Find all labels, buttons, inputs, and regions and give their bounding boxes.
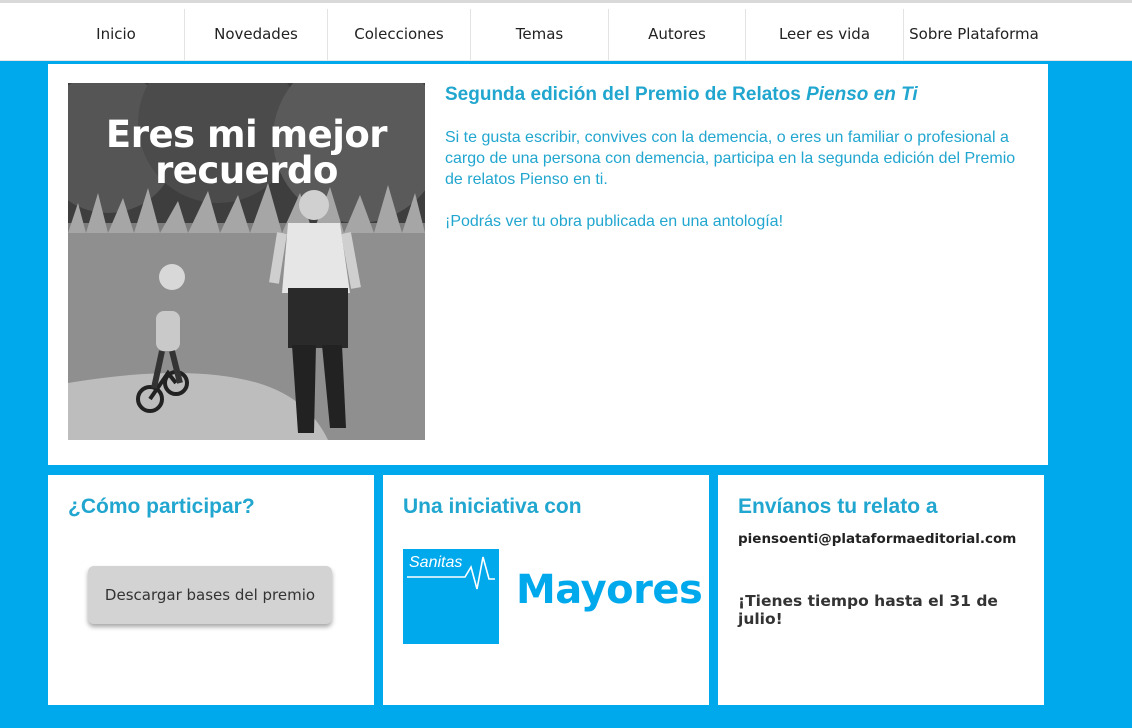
nav-item-autores[interactable]: Autores (609, 6, 745, 61)
hero-card: Eres mi mejor recuerdo Segunda edición d… (48, 64, 1048, 465)
initiative-card: Una iniciativa con Sanitas Mayores (383, 475, 709, 705)
top-navigation: Inicio Novedades Colecciones Temas Autor… (0, 0, 1132, 61)
mayores-logo-text: Mayores (516, 567, 703, 613)
hero-description: Si te gusta escribir, convives con la de… (445, 127, 1035, 232)
hero-title-emphasis: Pienso en Ti (806, 84, 918, 105)
hero-title: Segunda edición del Premio de Relatos Pi… (445, 84, 1035, 106)
deadline-text: ¡Tienes tiempo hasta el 31 de julio! (738, 592, 998, 628)
nav-item-temas[interactable]: Temas (471, 6, 608, 61)
hero-image[interactable]: Eres mi mejor recuerdo (68, 83, 425, 440)
nav-item-sobre-plataforma[interactable]: Sobre Plataforma (904, 6, 1044, 61)
nav-item-leer-es-vida[interactable]: Leer es vida (746, 6, 903, 61)
download-rules-button[interactable]: Descargar bases del premio (88, 566, 332, 624)
nav-item-novedades[interactable]: Novedades (185, 6, 327, 61)
hero-paragraph-1: Si te gusta escribir, convives con la de… (445, 129, 1016, 188)
nav-item-inicio[interactable]: Inicio (48, 6, 184, 61)
submit-title: Envíanos tu relato a (738, 495, 938, 518)
hero-image-caption: Eres mi mejor recuerdo (105, 113, 388, 192)
nav-item-colecciones[interactable]: Colecciones (328, 6, 470, 61)
participate-card: ¿Cómo participar? Descargar bases del pr… (48, 475, 374, 705)
submit-card: Envíanos tu relato a piensoenti@platafor… (718, 475, 1044, 705)
participate-title: ¿Cómo participar? (68, 495, 255, 518)
initiative-title: Una iniciativa con (403, 495, 582, 518)
hero-paragraph-2: ¡Podrás ver tu obra publicada en una ant… (445, 213, 784, 230)
hero-title-prefix: Segunda edición del Premio de Relatos (445, 84, 801, 105)
sanitas-logo[interactable]: Sanitas (403, 549, 499, 644)
submission-email-link[interactable]: piensoenti@plataformaeditorial.com (738, 531, 1016, 547)
heartbeat-icon (407, 556, 495, 590)
